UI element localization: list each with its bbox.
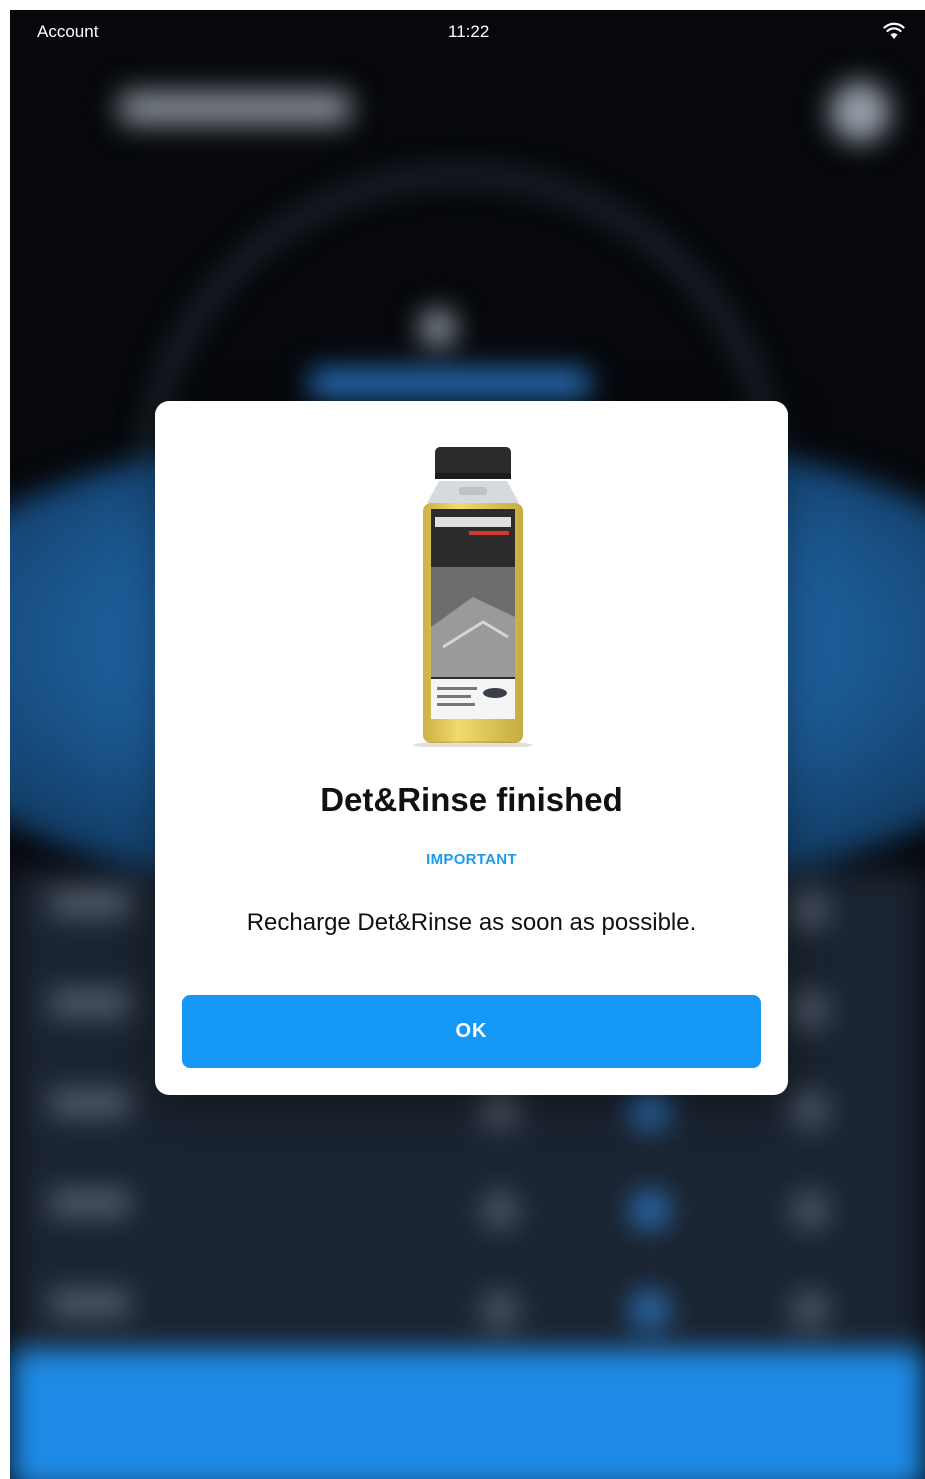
bg-gauge-label — [310, 370, 590, 398]
bg-row-icon — [480, 1190, 520, 1230]
bg-row-icon — [630, 1190, 670, 1230]
alert-dialog: Det&Rinse finished IMPORTANT Recharge De… — [155, 401, 788, 1095]
bg-row-icon — [480, 1290, 520, 1330]
dialog-message: Recharge Det&Rinse as soon as possible. — [246, 909, 697, 936]
detergent-bottle-image — [413, 447, 533, 747]
wifi-icon — [883, 22, 905, 39]
bg-row-label — [50, 890, 130, 916]
importance-tag: IMPORTANT — [426, 851, 517, 868]
bg-row-icon — [790, 1290, 830, 1330]
bg-row-icon — [630, 1290, 670, 1330]
status-time: 11:22 — [448, 22, 490, 41]
status-account-label: Account — [37, 22, 99, 41]
bg-row-icon — [790, 1190, 830, 1230]
bg-row-icon — [630, 1090, 670, 1130]
bg-row-icon — [790, 990, 830, 1030]
bg-row-label — [50, 1290, 130, 1316]
ok-button[interactable]: OK — [182, 995, 761, 1068]
bg-row-icon — [480, 1090, 520, 1130]
bg-row-label — [50, 1190, 130, 1216]
bg-avatar — [830, 82, 890, 142]
bg-row-label — [50, 1090, 130, 1116]
bg-header-title — [120, 92, 350, 124]
bg-gauge-icon — [420, 310, 456, 346]
dialog-title: Det&Rinse finished — [320, 781, 623, 818]
status-bar: Account 11:22 — [10, 10, 925, 54]
bg-row-icon — [790, 890, 830, 930]
bg-row-icon — [790, 1090, 830, 1130]
bg-bottom-bar — [10, 1350, 925, 1479]
bg-row-label — [50, 990, 130, 1016]
